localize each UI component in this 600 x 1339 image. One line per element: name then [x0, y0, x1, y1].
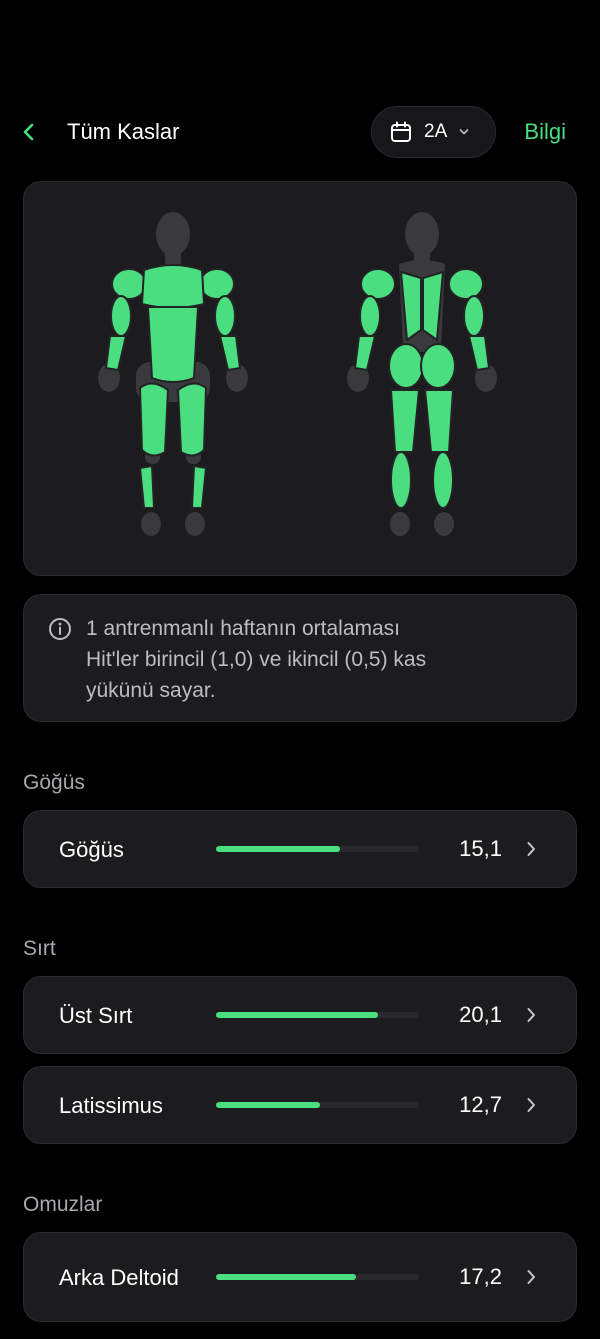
chevron-right-icon — [526, 1269, 536, 1285]
muscle-value: 20,1 — [459, 1002, 502, 1027]
muscle-name: Üst Sırt — [59, 1002, 133, 1028]
section-title-back: Sırt — [23, 937, 56, 960]
chevron-left-icon — [23, 123, 34, 141]
top-bar: Tüm Kaslar 2A Bilgi — [0, 106, 600, 158]
muscle-map-card — [23, 181, 577, 576]
period-label: 2A — [424, 121, 448, 142]
load-bar-fill — [216, 1274, 357, 1280]
page-title: Tüm Kaslar — [67, 119, 180, 144]
muscle-name: Göğüs — [59, 836, 124, 862]
muscle-value: 17,2 — [459, 1264, 502, 1289]
calendar-icon — [391, 121, 411, 142]
back-button[interactable] — [14, 116, 44, 148]
note-line: yükünü sayar. — [86, 679, 216, 702]
load-bar — [216, 1012, 419, 1018]
chevron-right-icon — [526, 1097, 536, 1113]
muscle-name: Arka Deltoid — [59, 1264, 179, 1290]
period-selector[interactable]: 2A — [371, 106, 496, 158]
load-bar-fill — [216, 1102, 320, 1108]
muscle-value: 15,1 — [459, 836, 502, 861]
muscle-value: 12,7 — [459, 1092, 502, 1117]
note-line: Hit'ler birincil (1,0) ve ikincil (0,5) … — [86, 648, 427, 671]
load-bar — [216, 846, 419, 852]
load-bar-fill — [216, 1012, 379, 1018]
muscle-row-rear-delts[interactable]: Arka Deltoid 17,2 — [23, 1232, 577, 1322]
info-note: 1 antrenmanlı haftanın ortalaması Hit'le… — [23, 594, 577, 722]
section-title-chest: Göğüs — [23, 771, 85, 794]
back-body-figure[interactable] — [337, 212, 507, 542]
muscle-name: Latissimus — [59, 1092, 163, 1118]
muscle-row-chest[interactable]: Göğüs 15,1 — [23, 810, 577, 888]
muscle-row-upper-back[interactable]: Üst Sırt 20,1 — [23, 976, 577, 1054]
chevron-down-icon — [459, 128, 469, 136]
note-text: 1 antrenmanlı haftanın ortalaması Hit'le… — [86, 613, 546, 706]
load-bar — [216, 1102, 419, 1108]
info-icon — [49, 618, 71, 640]
section-title-shoulders: Omuzlar — [23, 1193, 103, 1216]
note-line: 1 antrenmanlı haftanın ortalaması — [86, 617, 401, 640]
muscle-row-lats[interactable]: Latissimus 12,7 — [23, 1066, 577, 1144]
load-bar — [216, 1274, 419, 1280]
chevron-right-icon — [526, 841, 536, 857]
chevron-right-icon — [526, 1007, 536, 1023]
front-body-figure[interactable] — [88, 212, 258, 542]
info-button[interactable]: Bilgi — [524, 106, 566, 158]
load-bar-fill — [216, 846, 340, 852]
